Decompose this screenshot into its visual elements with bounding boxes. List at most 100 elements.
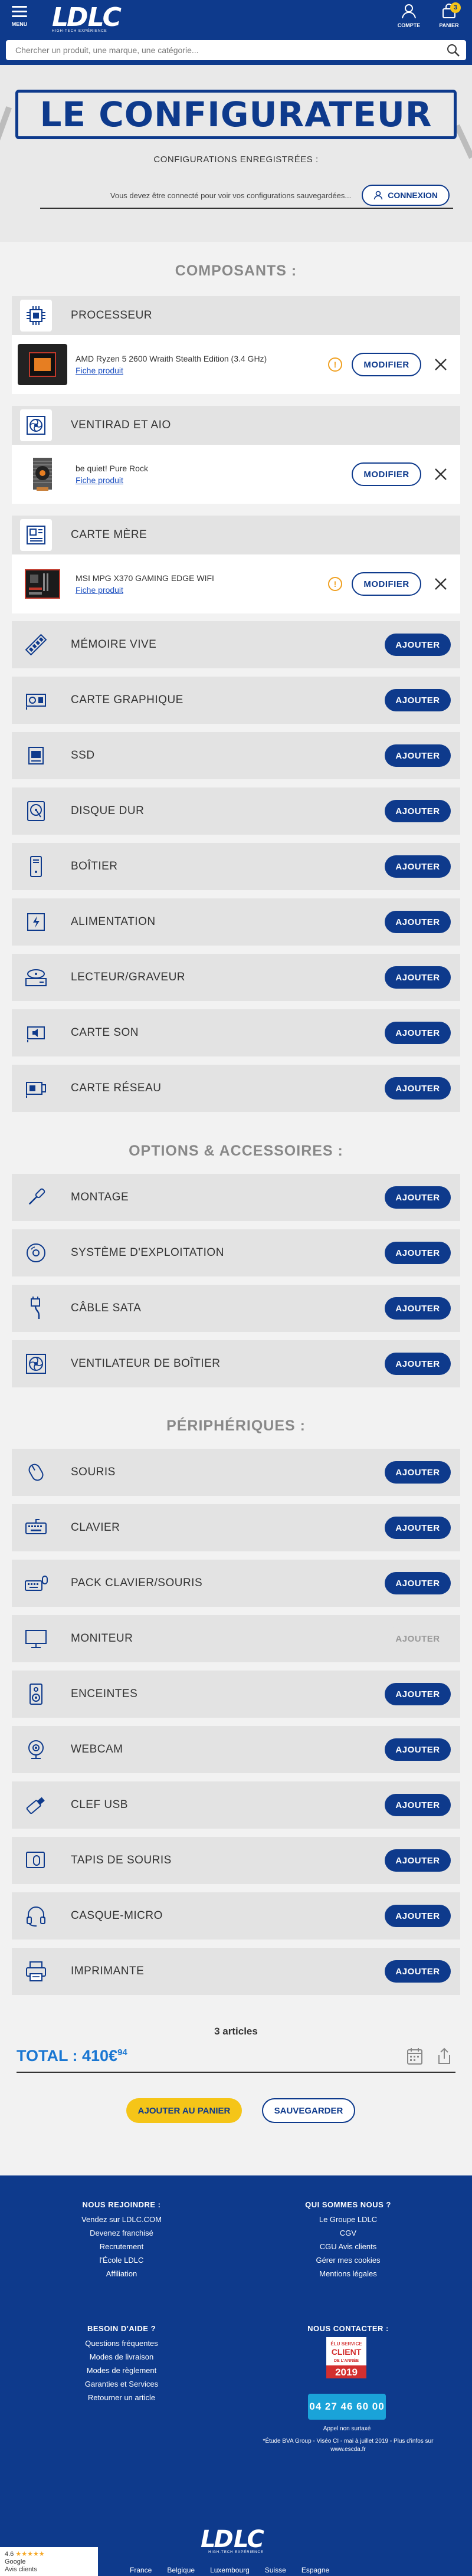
sata-cable-icon xyxy=(20,1292,52,1324)
country-link[interactable]: Belgique xyxy=(167,2566,195,2574)
add-button[interactable]: AJOUTER xyxy=(385,1960,451,1983)
ldlc-footer-logo[interactable]: LD LC HIGH-TECH EXPÉRIENCE xyxy=(198,2525,274,2554)
svg-text:HIGH-TECH EXPÉRIENCE: HIGH-TECH EXPÉRIENCE xyxy=(208,2550,264,2554)
add-button[interactable]: AJOUTER xyxy=(385,1517,451,1539)
add-button[interactable]: AJOUTER xyxy=(385,689,451,711)
footer-link[interactable]: Devenez franchisé xyxy=(33,2229,210,2237)
keyboard-icon xyxy=(20,1512,52,1544)
add-button[interactable]: AJOUTER xyxy=(385,1794,451,1816)
warning-icon[interactable]: ! xyxy=(328,577,342,591)
footer-link[interactable]: CGU Avis clients xyxy=(260,2242,437,2251)
footer-link[interactable]: Garanties et Services xyxy=(33,2380,210,2388)
add-button[interactable]: AJOUTER xyxy=(385,1242,451,1264)
saved-configs-row: Vous devez être connecté pour voir vos c… xyxy=(40,183,453,209)
footer-link[interactable]: Mentions légales xyxy=(260,2269,437,2278)
total-price: TOTAL : 410€94 xyxy=(17,2047,127,2065)
footer: NOUS REJOINDRE : Vendez sur LDLC.COM Dev… xyxy=(0,2175,472,2576)
warning-icon[interactable]: ! xyxy=(328,357,342,372)
share-icon[interactable] xyxy=(435,2047,453,2066)
add-button[interactable]: AJOUTER xyxy=(385,1683,451,1705)
footer-link[interactable]: Recrutement xyxy=(33,2242,210,2251)
motherboard-icon xyxy=(20,519,52,551)
country-link[interactable]: Luxembourg xyxy=(210,2566,250,2574)
articles-count: 3 articles xyxy=(214,2026,258,2037)
footer-link[interactable]: CGV xyxy=(260,2229,437,2237)
add-button[interactable]: AJOUTER xyxy=(385,1022,451,1044)
modify-button[interactable]: MODIFIER xyxy=(352,572,421,596)
login-button[interactable]: CONNEXION xyxy=(362,185,450,206)
sound-card-icon xyxy=(20,1017,52,1049)
modify-button[interactable]: MODIFIER xyxy=(352,462,421,486)
search-bar xyxy=(0,37,472,65)
cart-button[interactable]: 3 PANIER xyxy=(434,2,464,33)
peripheral-row-webcam: WEBCAM AJOUTER xyxy=(12,1726,460,1773)
selected-product-processor: AMD Ryzen 5 2600 Wraith Stealth Edition … xyxy=(12,335,460,394)
footer-link[interactable]: Vendez sur LDLC.COM xyxy=(33,2215,210,2224)
search-icon[interactable] xyxy=(446,43,460,57)
footer-link[interactable]: Gérer mes cookies xyxy=(260,2256,437,2265)
footer-link[interactable]: Retourner un article xyxy=(33,2393,210,2402)
modify-button[interactable]: MODIFIER xyxy=(352,353,421,376)
search-input[interactable] xyxy=(6,40,437,60)
footer-link[interactable]: Modes de livraison xyxy=(33,2352,210,2361)
cpu-icon xyxy=(20,300,52,332)
rating-score: 4.6 xyxy=(5,2551,14,2558)
add-button[interactable]: AJOUTER xyxy=(385,1353,451,1375)
disc-icon xyxy=(20,1237,52,1269)
product-sheet-link[interactable]: Fiche produit xyxy=(76,475,352,485)
country-link[interactable]: France xyxy=(130,2566,152,2574)
menu-label: MENU xyxy=(11,21,28,27)
category-label: SSD xyxy=(71,749,95,762)
category-label: BOÎTIER xyxy=(71,860,118,872)
account-button[interactable]: COMPTE xyxy=(394,4,424,33)
add-to-cart-button[interactable]: AJOUTER AU PANIER xyxy=(126,2098,242,2123)
product-sheet-link[interactable]: Fiche produit xyxy=(76,366,328,375)
add-button[interactable]: AJOUTER xyxy=(385,855,451,878)
add-button[interactable]: AJOUTER xyxy=(385,1461,451,1484)
add-button[interactable]: AJOUTER xyxy=(385,800,451,822)
peripheral-row-usb-key: CLEF USB AJOUTER xyxy=(12,1781,460,1829)
save-button[interactable]: SAUVEGARDER xyxy=(262,2098,355,2123)
product-name: MSI MPG X370 GAMING EDGE WIFI xyxy=(76,573,214,583)
customer-service-award-badge: ÉLU SERVICE CLIENT DE L'ANNÉE 2019 xyxy=(326,2337,366,2378)
footer-link[interactable]: Modes de règlement xyxy=(33,2366,210,2375)
remove-button[interactable] xyxy=(432,575,450,593)
svg-text:LD: LD xyxy=(201,2526,232,2553)
product-image xyxy=(18,563,67,605)
add-button[interactable]: AJOUTER xyxy=(385,1738,451,1761)
add-button[interactable]: AJOUTER xyxy=(385,966,451,989)
add-button[interactable]: AJOUTER xyxy=(385,634,451,656)
close-icon xyxy=(435,468,447,480)
country-link[interactable]: Suisse xyxy=(265,2566,286,2574)
add-button[interactable]: AJOUTER xyxy=(385,1849,451,1872)
footer-link[interactable]: Affiliation xyxy=(33,2269,210,2278)
peripheral-row-headset: CASQUE-MICRO AJOUTER xyxy=(12,1892,460,1940)
footer-link[interactable]: l'École LDLC xyxy=(33,2256,210,2265)
category-row-psu: ALIMENTATION AJOUTER xyxy=(12,898,460,946)
add-button[interactable]: AJOUTER xyxy=(385,1186,451,1209)
add-button[interactable]: AJOUTER xyxy=(385,911,451,933)
summary-divider xyxy=(17,2072,455,2073)
menu-button[interactable]: MENU xyxy=(11,6,28,32)
country-link[interactable]: Espagne xyxy=(301,2566,329,2574)
add-button[interactable]: AJOUTER xyxy=(385,1572,451,1594)
category-label: LECTEUR/GRAVEUR xyxy=(71,971,186,983)
add-button[interactable]: AJOUTER xyxy=(385,1077,451,1100)
footer-link[interactable]: Le Groupe LDLC xyxy=(260,2215,437,2224)
footer-link[interactable]: Questions fréquentes xyxy=(33,2339,210,2348)
add-button[interactable]: AJOUTER xyxy=(385,1297,451,1320)
remove-button[interactable] xyxy=(432,356,450,373)
google-rating-widget[interactable]: 4.6 ★★★★★ Google Avis clients xyxy=(0,2547,98,2576)
saved-configs-message: Vous devez être connecté pour voir vos c… xyxy=(110,191,352,200)
remove-button[interactable] xyxy=(432,465,450,483)
product-sheet-link[interactable]: Fiche produit xyxy=(76,585,328,595)
phone-number-button[interactable]: 04 27 46 60 00 xyxy=(308,2394,386,2420)
hamburger-icon xyxy=(12,6,27,8)
user-icon xyxy=(402,4,416,19)
ldlc-logo[interactable]: LD LC HIGH-TECH EXPÉRIENCE xyxy=(52,2,122,33)
add-button-disabled[interactable]: AJOUTER xyxy=(385,1627,451,1650)
add-button[interactable]: AJOUTER xyxy=(385,1905,451,1927)
add-button[interactable]: AJOUTER xyxy=(385,744,451,767)
calendar-icon[interactable] xyxy=(406,2047,424,2066)
headset-icon xyxy=(20,1900,52,1932)
